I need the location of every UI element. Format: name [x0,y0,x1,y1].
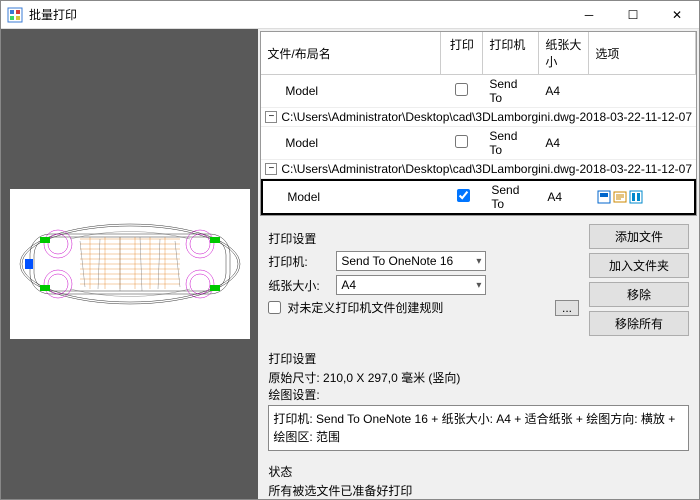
settings-icon[interactable] [629,190,643,204]
remove-button[interactable]: 移除 [589,282,689,307]
row-printer: Send To [485,181,541,213]
status-title: 状态 [268,463,689,480]
print-checkbox[interactable] [457,189,470,202]
collapse-icon[interactable]: − [265,163,277,175]
row-name: Model [287,190,320,204]
add-file-button[interactable]: 添加文件 [589,224,689,249]
maximize-button[interactable]: ☐ [611,1,655,29]
print-settings-title: 打印设置 [268,350,689,367]
table-row[interactable]: Model Send To A4 [261,127,696,160]
print-checkbox[interactable] [455,135,468,148]
grid-header: 文件/布局名 打印 打印机 纸张大小 选项 [261,32,696,75]
print-settings-section: 打印设置 原始尺寸: 210,0 X 297,0 毫米 (竖向) 绘图设置: 打… [258,342,699,455]
titlebar: 批量打印 ─ ☐ ✕ [1,1,699,29]
row-size: A4 [539,134,589,152]
rule-options-button[interactable]: ... [555,300,579,316]
col-options[interactable]: 选项 [589,32,696,74]
settings-section: 打印设置 打印机: Send To OneNote 16▾ 纸张大小: A4▾ … [258,218,699,342]
rule-label: 对未定义打印机文件创建规则 [287,299,443,316]
row-name: Model [285,84,318,98]
table-row[interactable]: − C:\Users\Administrator\Desktop\cad\3DL… [261,108,696,127]
row-size: A4 [539,82,589,100]
status-ready: 所有被选文件已准备好打印 [268,482,689,499]
app-icon [7,7,23,23]
file-path: C:\Users\Administrator\Desktop\cad\3DLam… [281,110,692,124]
file-grid: 文件/布局名 打印 打印机 纸张大小 选项 Model Send To A4 [260,31,697,216]
original-size: 原始尺寸: 210,0 X 297,0 毫米 (竖向) [268,369,689,386]
chevron-down-icon: ▾ [476,256,481,267]
row-name: Model [285,136,318,150]
add-folder-button[interactable]: 加入文件夹 [589,253,689,278]
row-size: A4 [541,188,591,206]
size-select[interactable]: A4▾ [336,275,486,295]
col-size[interactable]: 纸张大小 [539,32,589,74]
table-row[interactable]: Model Send To A4 [261,75,696,108]
window-controls: ─ ☐ ✕ [567,1,699,29]
grid-body: Model Send To A4 − C:\Users\Administrato… [261,75,696,215]
preview-panel [1,29,258,499]
minimize-button[interactable]: ─ [567,1,611,29]
col-printer[interactable]: 打印机 [483,32,539,74]
remove-all-button[interactable]: 移除所有 [589,311,689,336]
size-label: 纸张大小: [268,277,328,294]
printer-label: 打印机: [268,253,328,270]
chevron-down-icon: ▾ [476,280,481,291]
right-panel: 文件/布局名 打印 打印机 纸张大小 选项 Model Send To A4 [258,29,699,499]
file-path: C:\Users\Administrator\Desktop\cad\3DLam… [281,162,692,176]
settings-title: 打印设置 [268,230,579,247]
table-row[interactable]: Model Send To A4 [261,179,696,215]
drawing-preview [10,189,250,339]
printer-select[interactable]: Send To OneNote 16▾ [336,251,486,271]
collapse-icon[interactable]: − [265,111,277,123]
col-print[interactable]: 打印 [441,32,483,74]
window-title: 批量打印 [29,6,567,23]
row-printer: Send To [483,127,539,159]
draw-settings-label: 绘图设置: [268,386,689,403]
col-name[interactable]: 文件/布局名 [261,32,441,74]
preview-icon[interactable] [613,190,627,204]
content-area: 文件/布局名 打印 打印机 纸张大小 选项 Model Send To A4 [1,29,699,499]
layout-icon[interactable] [597,190,611,204]
print-checkbox[interactable] [455,83,468,96]
draw-settings-details: 打印机: Send To OneNote 16 + 纸张大小: A4 + 适合纸… [268,405,689,451]
close-button[interactable]: ✕ [655,1,699,29]
status-section: 状态 所有被选文件已准备好打印 图纸的工作表数量 1 [258,455,699,499]
row-printer: Send To [483,75,539,107]
batch-print-window: 批量打印 ─ ☐ ✕ [0,0,700,500]
table-row[interactable]: − C:\Users\Administrator\Desktop\cad\3DL… [261,160,696,179]
rule-checkbox[interactable] [268,301,281,314]
